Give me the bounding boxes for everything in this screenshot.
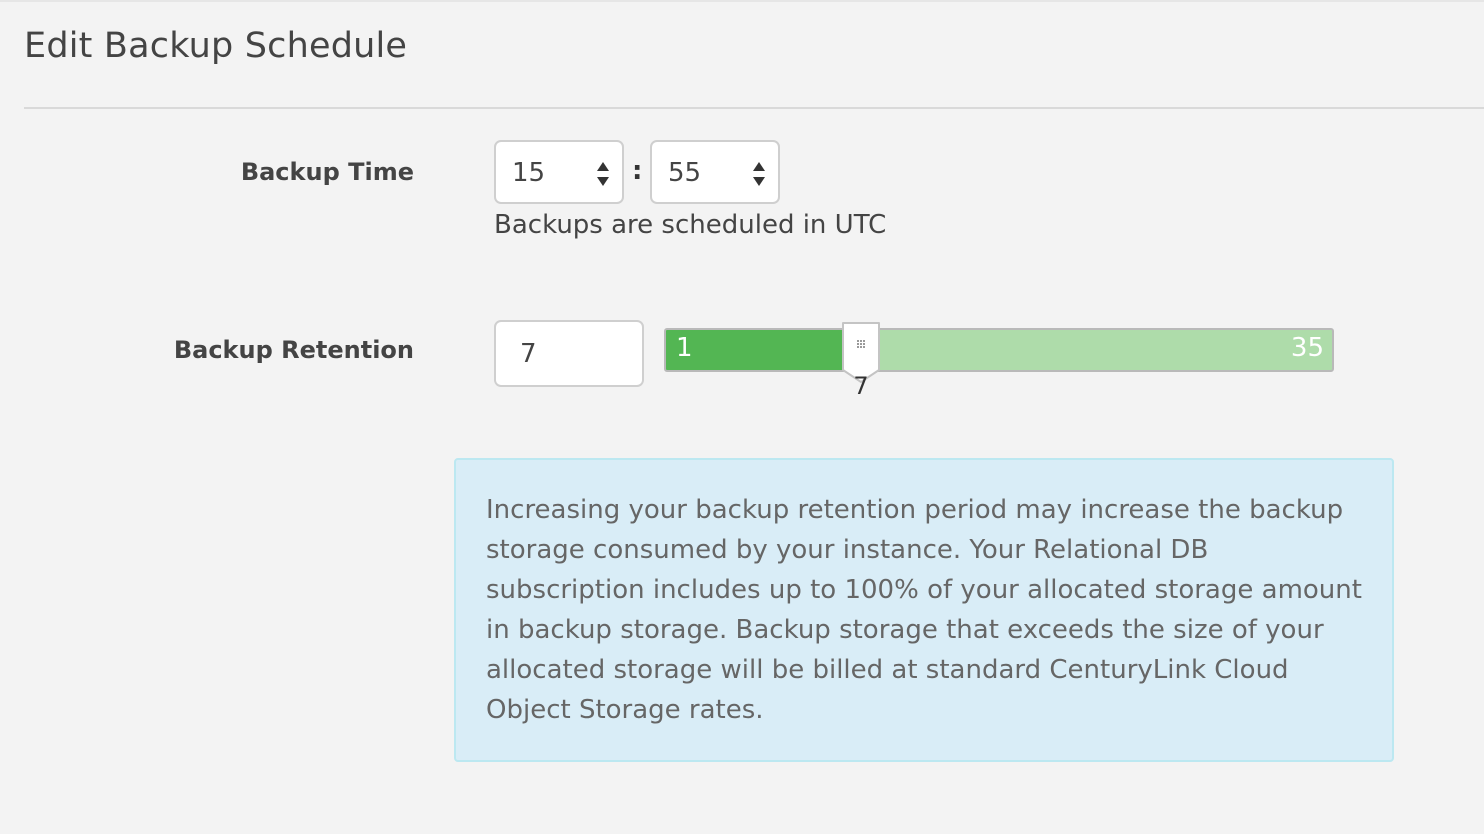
retention-days-input[interactable] bbox=[494, 320, 644, 387]
retention-info-text: Increasing your backup retention period … bbox=[486, 495, 1362, 725]
slider-current-value: 7 bbox=[853, 372, 869, 400]
page-title: Edit Backup Schedule bbox=[24, 26, 408, 66]
up-down-arrows-icon[interactable] bbox=[596, 160, 610, 188]
time-separator: : bbox=[632, 156, 643, 186]
title-divider bbox=[24, 107, 1484, 109]
slider-max-label: 35 bbox=[1290, 333, 1324, 363]
edit-backup-schedule-page: Edit Backup Schedule Backup Time 15 : 55… bbox=[0, 0, 1484, 834]
slider-fill bbox=[666, 330, 864, 370]
minute-value: 55 bbox=[668, 158, 702, 188]
backup-retention-label: Backup Retention bbox=[173, 336, 414, 364]
backup-time-label: Backup Time bbox=[240, 158, 414, 186]
grip-dots-icon bbox=[857, 340, 866, 348]
up-down-arrows-icon[interactable] bbox=[752, 160, 766, 188]
utc-hint: Backups are scheduled in UTC bbox=[494, 210, 887, 240]
slider-min-label: 1 bbox=[676, 333, 693, 363]
slider-track[interactable]: 1 35 bbox=[664, 328, 1334, 372]
retention-info-alert: Increasing your backup retention period … bbox=[454, 458, 1394, 762]
hour-value: 15 bbox=[512, 158, 546, 188]
hour-spinner[interactable]: 15 bbox=[494, 140, 624, 204]
retention-slider[interactable]: 1 35 7 bbox=[664, 322, 1334, 400]
minute-spinner[interactable]: 55 bbox=[650, 140, 780, 204]
